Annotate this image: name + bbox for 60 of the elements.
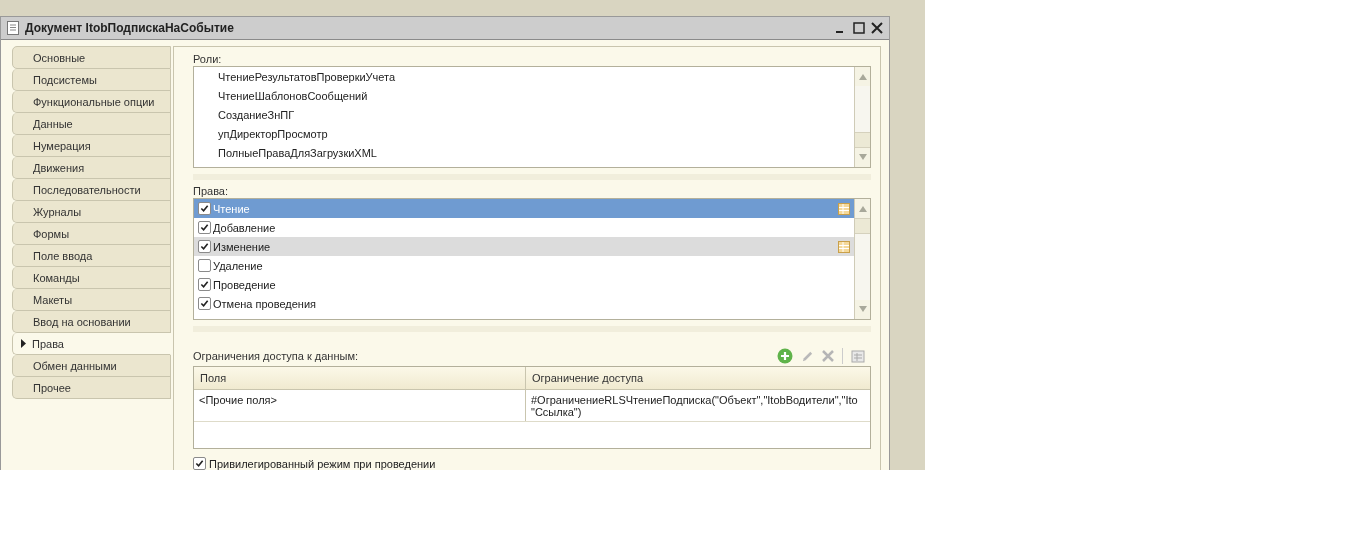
- right-row[interactable]: Отмена проведения: [194, 294, 854, 314]
- column-header[interactable]: Поля: [194, 366, 526, 389]
- pointer-icon: [21, 339, 26, 348]
- right-row[interactable]: Удаление: [194, 256, 854, 276]
- role-item[interactable]: СозданиеЗнПГ: [194, 106, 854, 125]
- checkbox[interactable]: [198, 202, 211, 216]
- section-tab[interactable]: Данные: [12, 113, 171, 135]
- section-tab[interactable]: Макеты: [12, 289, 171, 311]
- scroll-up-icon[interactable]: [858, 206, 867, 212]
- section-tab[interactable]: Поле ввода: [12, 245, 171, 267]
- section-tab[interactable]: Права: [12, 333, 171, 355]
- checkbox[interactable]: [198, 259, 211, 273]
- column-header[interactable]: Ограничение доступа: [526, 366, 870, 389]
- role-item[interactable]: ЧтениеРезультатовПроверкиУчета: [194, 68, 854, 87]
- pencil-icon[interactable]: [801, 349, 814, 363]
- section-tab[interactable]: Команды: [12, 267, 171, 289]
- scrollbar[interactable]: [854, 67, 870, 167]
- section-tab[interactable]: Функциональные опции: [12, 91, 171, 113]
- rights-label: Права:: [193, 184, 230, 199]
- right-row[interactable]: Изменение: [194, 237, 854, 257]
- section-tab[interactable]: Прочее: [12, 377, 171, 399]
- right-row[interactable]: Добавление: [194, 218, 854, 238]
- right-row[interactable]: Проведение: [194, 275, 854, 295]
- privileged-label: Привилегированный режим при проведении: [209, 457, 436, 470]
- section-tab[interactable]: Формы: [12, 223, 171, 245]
- delete-icon[interactable]: [822, 350, 834, 362]
- checkbox[interactable]: [198, 221, 211, 235]
- scroll-down-icon[interactable]: [858, 306, 867, 313]
- template-icon[interactable]: [851, 349, 865, 363]
- restrictions-label: Ограничения доступа к данным:: [193, 349, 358, 363]
- checkbox[interactable]: [198, 240, 211, 254]
- scrollbar[interactable]: [854, 199, 870, 319]
- table-icon[interactable]: [838, 241, 850, 253]
- role-item[interactable]: ЧтениеШаблоновСообщений: [194, 87, 854, 106]
- close-icon[interactable]: [871, 22, 883, 34]
- scroll-up-icon[interactable]: [858, 73, 867, 80]
- table-icon[interactable]: [838, 203, 850, 215]
- section-tab[interactable]: Подсистемы: [12, 69, 171, 91]
- checkbox[interactable]: [198, 278, 211, 292]
- scroll-thumb[interactable]: [855, 131, 870, 148]
- section-tab[interactable]: Нумерация: [12, 135, 171, 157]
- section-tab[interactable]: Движения: [12, 157, 171, 179]
- section-tab[interactable]: Журналы: [12, 201, 171, 223]
- section-tab[interactable]: Основные: [12, 46, 171, 69]
- table-cell-text: #ОграничениеRLSЧтениеПодписка("Объект","ItobВодители","Ito "Ссылка"): [530, 392, 859, 420]
- window-title: Документ ItobПодпискаНаСобытие: [25, 21, 235, 35]
- role-item[interactable]: ПолныеПраваДляЗагрузкиXML: [194, 144, 854, 163]
- checkbox[interactable]: [198, 297, 211, 311]
- section-tab[interactable]: Последовательности: [12, 179, 171, 201]
- document-icon: [7, 21, 19, 35]
- section-tab[interactable]: Ввод на основании: [12, 311, 171, 333]
- roles-label: Роли:: [193, 52, 223, 66]
- scroll-thumb[interactable]: [855, 218, 870, 235]
- role-item[interactable]: упДиректорПросмотр: [194, 125, 854, 144]
- scroll-down-icon[interactable]: [858, 154, 867, 161]
- checkbox[interactable]: [193, 457, 206, 470]
- add-icon[interactable]: [777, 348, 793, 364]
- table-cell: <Прочие поля>: [194, 389, 526, 421]
- maximize-icon[interactable]: [853, 22, 865, 34]
- section-tab[interactable]: Обмен данными: [12, 355, 171, 377]
